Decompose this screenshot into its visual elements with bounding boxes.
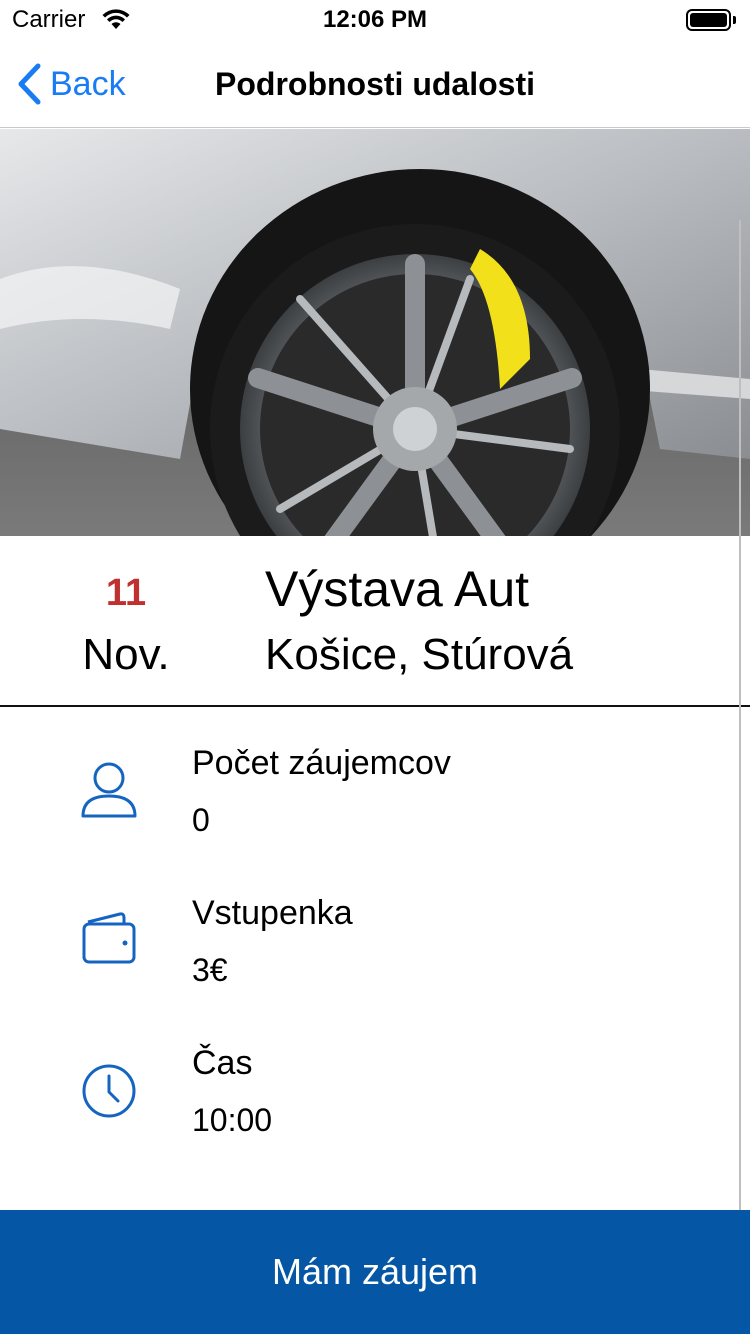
event-title: Výstava Aut [265, 561, 530, 617]
info-label: Čas [192, 1044, 253, 1082]
info-row-ticket: Vstupenka 3€ [0, 858, 750, 1008]
wallet-icon [82, 912, 136, 964]
info-row-time: Čas 10:00 [0, 1008, 750, 1158]
info-label: Vstupenka [192, 894, 353, 932]
navigation-bar: Back Podrobnosti udalosti [0, 40, 750, 128]
event-date-day: 11 [105, 572, 147, 614]
info-label: Počet záujemcov [192, 744, 451, 782]
interested-button[interactable]: Mám záujem [0, 1210, 750, 1334]
event-date-month: Nov. [82, 630, 170, 679]
status-bar: Carrier 12:06 PM [0, 0, 750, 40]
event-location: Košice, Stúrová [265, 630, 574, 679]
info-value: 10:00 [192, 1102, 273, 1138]
event-header: 11 Nov. Výstava Aut Košice, Stúrová [0, 536, 750, 707]
clock-icon [82, 1064, 136, 1118]
battery-icon [686, 9, 736, 31]
scroll-indicator[interactable] [739, 220, 741, 1210]
info-value: 0 [192, 802, 210, 838]
person-icon [81, 762, 137, 818]
event-image [0, 129, 750, 536]
info-row-interested: Počet záujemcov 0 [0, 708, 750, 858]
page-title: Podrobnosti udalosti [215, 66, 535, 102]
info-value: 3€ [192, 952, 228, 988]
status-time: 12:06 PM [322, 6, 428, 33]
